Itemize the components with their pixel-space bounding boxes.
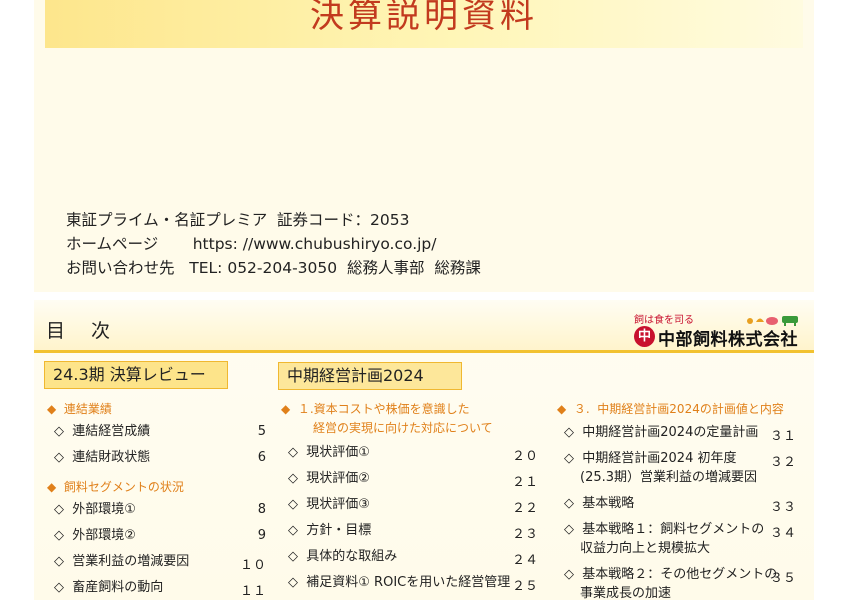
toc-item[interactable]: ◇ 補足資料① ROICを用いた経営管理 bbox=[288, 573, 510, 593]
contact-info: 東証プライム・名証プレミア 証券コード：2053 ホームページ https: /… bbox=[66, 208, 481, 280]
category-consolidated: ◆ 連結業績 bbox=[47, 402, 112, 416]
section-mid-term-plan: 中期経営計画2024 bbox=[278, 362, 462, 390]
page-number: ２１ bbox=[511, 475, 538, 490]
toc-item[interactable]: ◇ 中期経営計画2024 初年度 bbox=[564, 449, 736, 469]
page-number: １０ bbox=[239, 558, 266, 573]
section-financial-review: 24.3期 決算レビュー bbox=[44, 361, 228, 389]
toc-item[interactable]: ◇ 連結財政状態 bbox=[54, 448, 150, 468]
animals-icon bbox=[747, 316, 798, 326]
toc-divider bbox=[34, 350, 814, 353]
toc-item[interactable]: ◇ 外部環境① bbox=[54, 500, 136, 520]
category-capital-cost: ◆ １.資本コストや株価を意識した bbox=[281, 402, 470, 416]
logo-tagline: 飼は食を司る bbox=[634, 315, 694, 326]
toc-item-line2: 収益力向上と規模拡大 bbox=[580, 541, 711, 556]
page-number: １１ bbox=[239, 584, 266, 599]
page-number: ３１ bbox=[769, 429, 796, 444]
toc-item[interactable]: ◇ 営業利益の増減要因 bbox=[54, 552, 189, 572]
page-number: ２３ bbox=[511, 527, 538, 542]
toc-item[interactable]: ◇ 基本戦略 bbox=[564, 494, 634, 514]
toc-item[interactable]: ◇ 具体的な取組み bbox=[288, 547, 397, 567]
toc-item[interactable]: ◇ 現状評価② bbox=[288, 469, 370, 489]
toc-item[interactable]: ◇ 現状評価① bbox=[288, 443, 370, 463]
logo-mark-icon: 中 bbox=[634, 326, 655, 347]
page-number: ３３ bbox=[769, 500, 796, 515]
toc-item[interactable]: ◇ 基本戦略１：飼料セグメントの bbox=[564, 520, 764, 540]
logo-company-name: 中部飼料株式会社 bbox=[658, 330, 798, 350]
page-number: ２０ bbox=[511, 449, 538, 464]
toc-item[interactable]: ◇ 方針・目標 bbox=[288, 521, 371, 541]
page-number: ２２ bbox=[511, 501, 538, 516]
page-number: ３２ bbox=[769, 455, 796, 470]
page-number: ２４ bbox=[511, 553, 538, 568]
page-number: 8 bbox=[257, 502, 266, 517]
toc-item[interactable]: ◇ 中期経営計画2024の定量計画 bbox=[564, 423, 758, 443]
toc-item-line2: (25.3期）営業利益の増減要因 bbox=[580, 470, 758, 485]
cover-title: 決算説明資料 bbox=[310, 0, 538, 36]
toc-item[interactable]: ◇ 基本戦略２：その他セグメントの bbox=[564, 565, 777, 585]
inquiry-info: お問い合わせ先 TEL: 052-204-3050 総務人事部 総務課 bbox=[66, 259, 481, 277]
page-number: ２５ bbox=[511, 579, 538, 594]
category-capital-cost-line2: 経営の実現に向けた対応について bbox=[313, 421, 493, 435]
toc-item[interactable]: ◇ 現状評価③ bbox=[288, 495, 370, 515]
toc-title: 目 次 bbox=[46, 320, 121, 342]
toc-item[interactable]: ◇ 連結経営成績 bbox=[54, 422, 150, 442]
page-number: 6 bbox=[257, 450, 266, 465]
company-logo: 飼は食を司る 中 中部飼料株式会社 bbox=[634, 311, 804, 350]
page-number: 9 bbox=[257, 528, 266, 543]
page-number: 5 bbox=[257, 424, 266, 439]
category-feed-segment: ◆ 飼料セグメントの状況 bbox=[47, 480, 184, 494]
toc-item[interactable]: ◇ 外部環境② bbox=[54, 526, 136, 546]
toc-item-line2: 事業成長の加速 bbox=[580, 586, 672, 601]
page-number: ３５ bbox=[769, 571, 796, 586]
homepage-info: ホームページ https: //www.chubushiryo.co.jp/ bbox=[66, 235, 437, 253]
page-number: ３４ bbox=[769, 526, 796, 541]
category-plan-values: ◆ ３. 中期経営計画2024の計画値と内容 bbox=[557, 402, 784, 416]
toc-item[interactable]: ◇ 畜産飼料の動向 bbox=[54, 578, 163, 598]
listing-info: 東証プライム・名証プレミア 証券コード：2053 bbox=[66, 211, 410, 229]
